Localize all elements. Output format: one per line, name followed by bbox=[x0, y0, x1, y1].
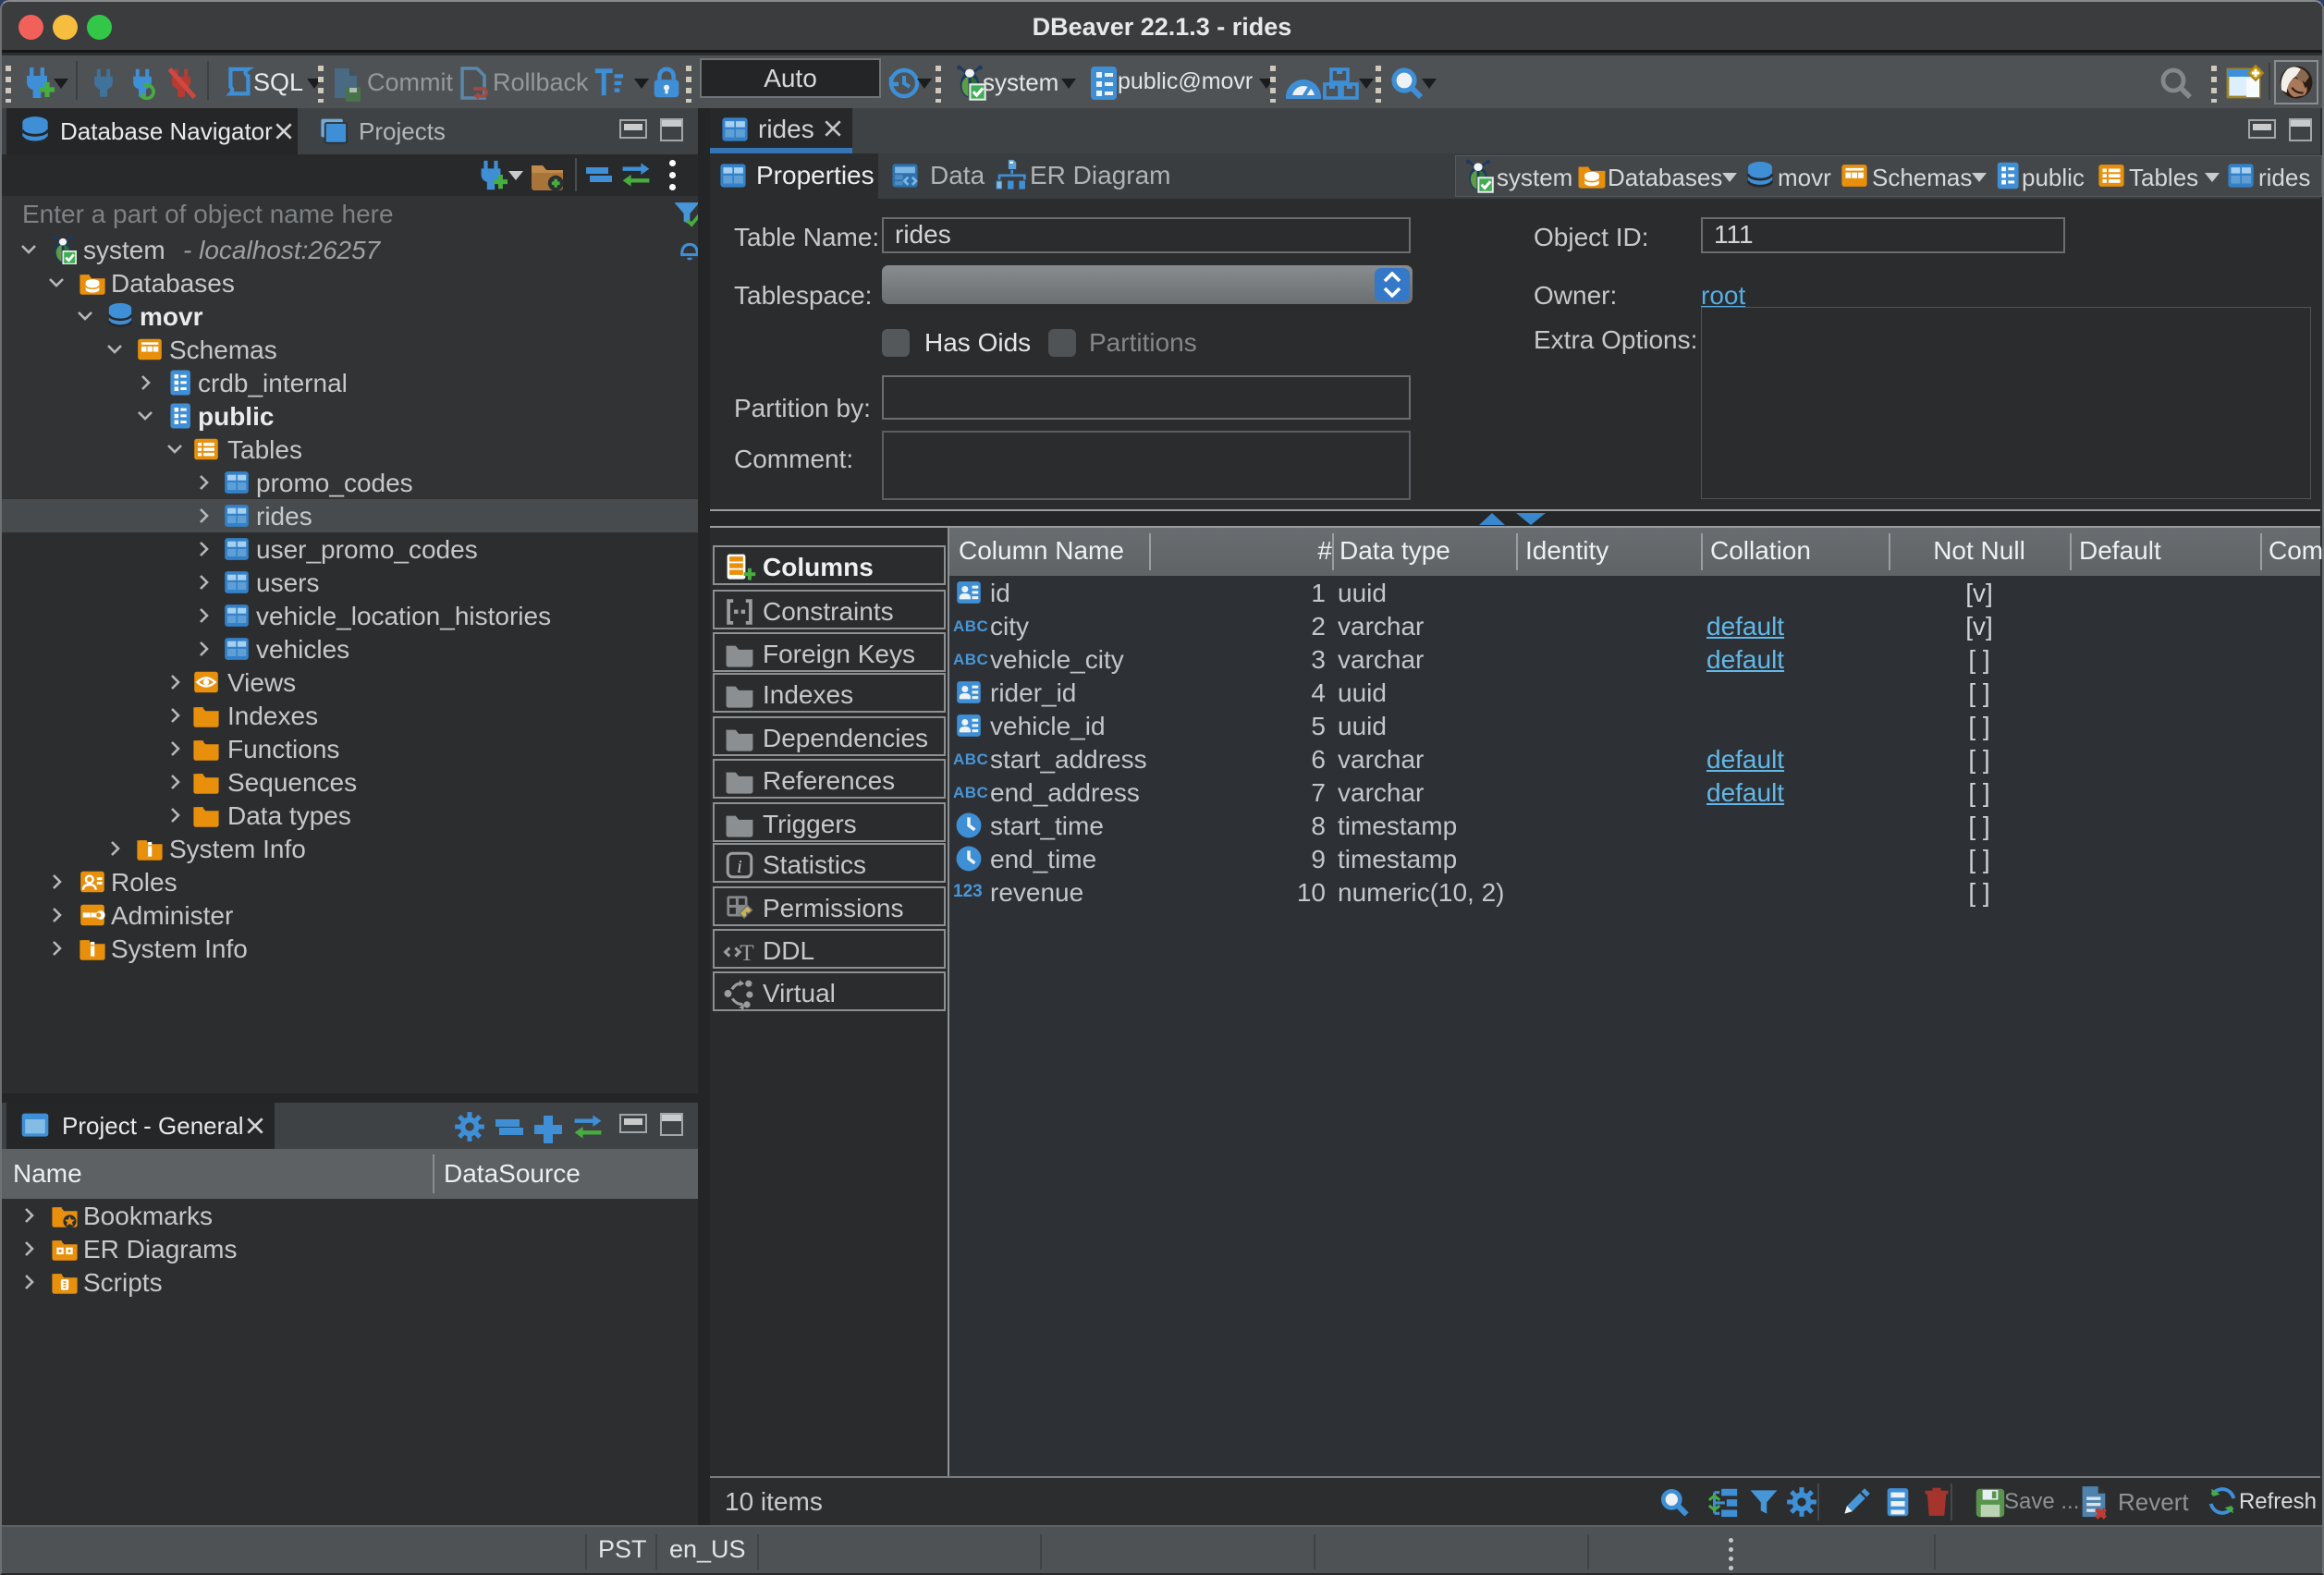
svg-text:T: T bbox=[740, 941, 753, 966]
svg-text:i: i bbox=[737, 857, 742, 877]
